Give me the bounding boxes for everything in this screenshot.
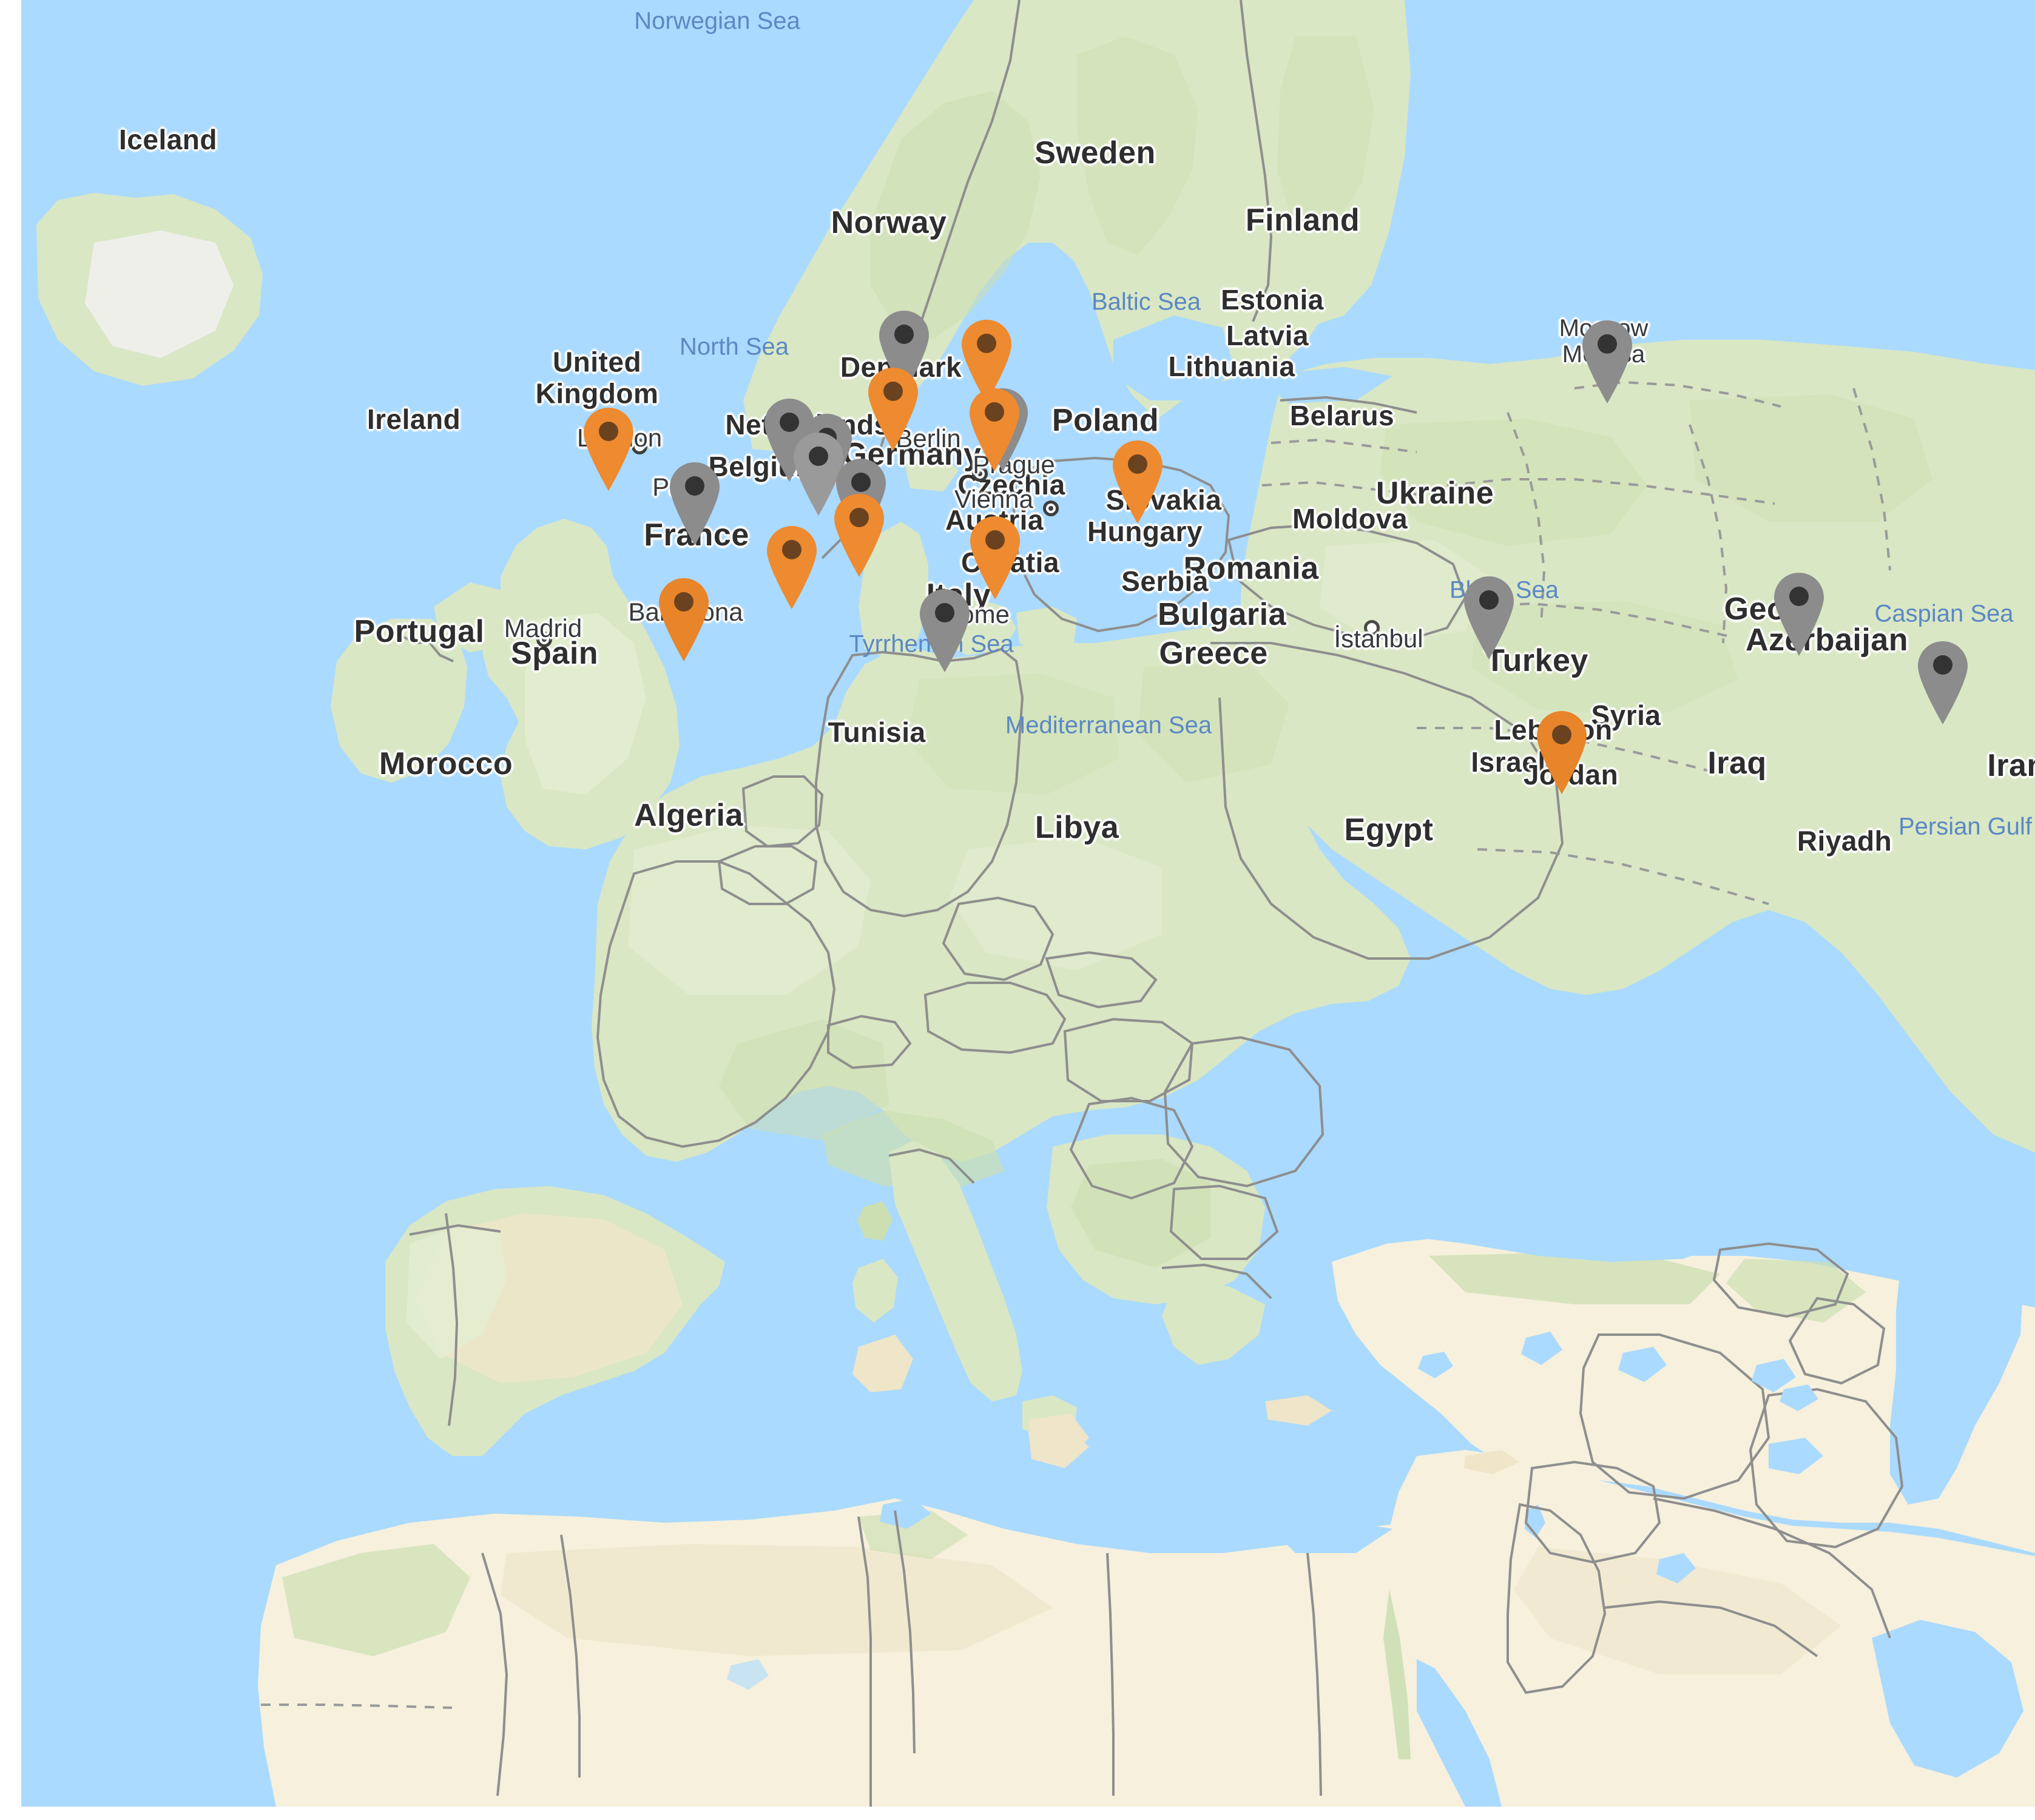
marker-rome[interactable] [913,582,977,673]
marker-iran-caspian[interactable] [1911,635,1975,726]
map-screenshot: .lgreen{fill:#D9E7C4;} .lgreen2{fill:#CC… [0,0,2035,1820]
marker-georgia[interactable] [1767,566,1831,657]
marker-france-east[interactable] [760,519,824,610]
marker-lebanon-israel[interactable] [1530,704,1594,795]
map-canvas[interactable]: .lgreen{fill:#D9E7C4;} .lgreen2{fill:#CC… [21,0,2035,1807]
marker-warsaw[interactable] [1105,434,1170,525]
map-terrain-layer: .lgreen{fill:#D9E7C4;} .lgreen2{fill:#CC… [21,0,2035,1807]
marker-berlin-front[interactable] [962,382,1027,473]
marker-barcelona[interactable] [652,571,716,662]
marker-paris[interactable] [663,456,727,547]
marker-london[interactable] [576,401,641,492]
marker-moscow[interactable] [1575,314,1639,405]
marker-turkey[interactable] [1457,570,1521,661]
marker-denmark-south[interactable] [861,361,925,452]
marker-germany-south[interactable] [827,487,891,578]
